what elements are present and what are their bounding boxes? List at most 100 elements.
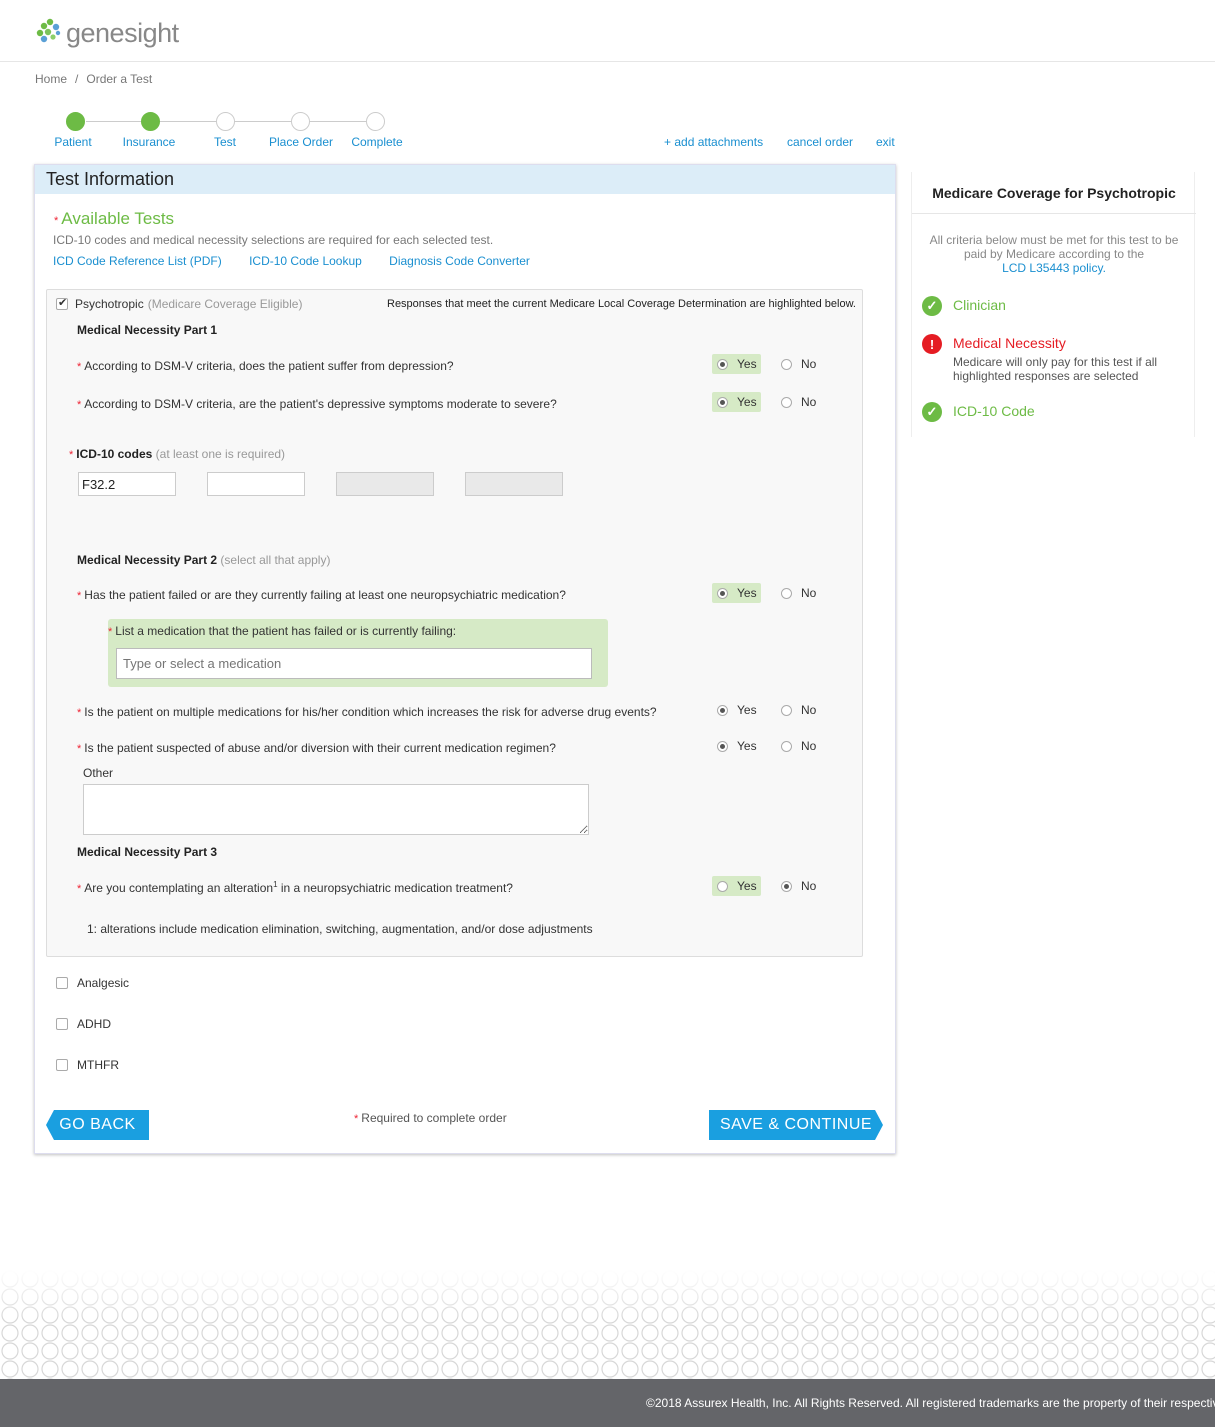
icd-reference-pdf-link[interactable]: ICD Code Reference List (PDF) <box>53 254 222 268</box>
lcd-highlight-note: Responses that meet the current Medicare… <box>387 298 856 310</box>
radio-button[interactable] <box>717 587 728 599</box>
depression-yes-option[interactable]: Yes <box>712 354 761 374</box>
radio-button[interactable] <box>781 740 792 752</box>
icd10-lookup-link[interactable]: ICD-10 Code Lookup <box>249 254 362 268</box>
breadcrumb-home[interactable]: Home <box>35 72 67 86</box>
part2-title: Medical Necessity Part 2 (select all tha… <box>77 553 331 567</box>
icd10-code-input-4 <box>465 472 563 496</box>
radio-button[interactable] <box>781 358 792 370</box>
severity-no-option[interactable]: No <box>781 395 816 409</box>
breadcrumb-current: Order a Test <box>86 72 153 86</box>
medicare-coverage-panel: Medicare Coverage for Psychotropic All c… <box>911 172 1196 437</box>
severity-yes-option[interactable]: Yes <box>712 392 761 412</box>
required-asterisk: * <box>54 215 59 227</box>
copyright-text: ©2018 Assurex Health, Inc. All Rights Re… <box>646 1396 1215 1410</box>
radio-button[interactable] <box>781 704 792 716</box>
medicare-coverage-description: All criteria below must be met for this … <box>929 233 1179 275</box>
medication-input[interactable] <box>116 648 592 679</box>
progress-stepper: Patient Insurance Test Place Order Compl… <box>40 110 420 154</box>
breadcrumb: Home / Order a Test <box>35 72 152 86</box>
depression-yes-no: Yes No <box>712 354 816 374</box>
icd10-code-input-3 <box>336 472 434 496</box>
radio-button[interactable] <box>717 740 728 752</box>
radio-button[interactable] <box>717 396 728 408</box>
add-attachments-link[interactable]: + add attachments <box>664 135 763 149</box>
icd10-label: * ICD-10 codes (at least one is required) <box>69 447 286 461</box>
genesight-logo[interactable]: genesight <box>36 12 179 52</box>
criterion-icd10: ✓ ICD-10 Code <box>922 402 1035 422</box>
analgesic-checkbox-row[interactable]: Analgesic <box>56 976 129 990</box>
failed-medication-box: * List a medication that the patient has … <box>108 619 608 687</box>
failed-medication-label: * List a medication that the patient has … <box>108 624 457 638</box>
radio-button[interactable] <box>781 587 792 599</box>
mthfr-checkbox-row[interactable]: MTHFR <box>56 1058 119 1072</box>
step-label-test[interactable]: Test <box>214 135 236 149</box>
alteration-yes-option[interactable]: Yes <box>712 876 761 896</box>
mthfr-checkbox[interactable] <box>56 1059 68 1071</box>
check-icon: ✓ <box>922 296 942 316</box>
question-severity: * According to DSM-V criteria, are the pa… <box>77 397 557 411</box>
lcd-policy-link[interactable]: LCD L35443 policy. <box>1002 261 1106 275</box>
other-textarea[interactable] <box>83 784 589 835</box>
alteration-footnote: 1: alterations include medication elimin… <box>87 922 593 936</box>
analgesic-label: Analgesic <box>77 976 130 990</box>
failed-medication-no-option[interactable]: No <box>781 586 816 600</box>
alteration-no-option[interactable]: No <box>781 879 816 893</box>
footer: ©2018 Assurex Health, Inc. All Rights Re… <box>0 1379 1215 1427</box>
step-label-place-order: Place Order <box>268 135 334 149</box>
medical-necessity-note: Medicare will only pay for this test if … <box>953 355 1158 383</box>
psychotropic-label: Psychotropic <box>75 297 144 311</box>
test-information-panel: Test Information * Available Tests ICD-10… <box>34 164 896 1154</box>
step-dot-place-order <box>291 112 310 131</box>
available-tests-title: * Available Tests <box>54 209 175 228</box>
failed-medication-yes-no: Yes No <box>712 583 816 603</box>
depression-no-option[interactable]: No <box>781 357 816 371</box>
question-abuse-diversion: * Is the patient suspected of abuse and/o… <box>77 741 556 755</box>
diagnosis-converter-link[interactable]: Diagnosis Code Converter <box>389 254 530 268</box>
criterion-medical-necessity: ! Medical Necessity Medicare will only p… <box>922 334 1163 383</box>
radio-button[interactable] <box>717 880 728 892</box>
medicare-coverage-title: Medicare Coverage for Psychotropic <box>912 172 1196 214</box>
multiple-medications-yes-option[interactable]: Yes <box>712 700 761 720</box>
step-label-patient[interactable]: Patient <box>54 135 91 149</box>
radio-button[interactable] <box>781 396 792 408</box>
step-dot-test[interactable] <box>216 112 235 131</box>
step-dot-insurance[interactable] <box>141 112 160 131</box>
radio-button[interactable] <box>717 358 728 370</box>
reference-links: ICD Code Reference List (PDF) ICD-10 Cod… <box>53 254 554 268</box>
medical-necessity-label: Medical Necessity <box>953 335 1066 351</box>
failed-medication-yes-option[interactable]: Yes <box>712 583 761 603</box>
icd10-code-input-1[interactable] <box>78 472 176 496</box>
step-dot-complete <box>366 112 385 131</box>
cancel-order-link[interactable]: cancel order <box>787 135 853 149</box>
part1-title: Medical Necessity Part 1 <box>77 323 218 337</box>
save-continue-button[interactable]: SAVE & CONTINUE <box>709 1110 883 1140</box>
multiple-medications-yes-no: Yes No <box>712 700 816 720</box>
circle-pattern-graphic <box>0 1270 1215 1379</box>
step-dot-patient[interactable] <box>66 112 85 131</box>
step-label-complete: Complete <box>351 135 403 149</box>
question-depression: * According to DSM-V criteria, does the p… <box>77 359 454 373</box>
radio-button[interactable] <box>781 880 792 892</box>
go-back-button[interactable]: GO BACK <box>46 1110 149 1140</box>
analgesic-checkbox[interactable] <box>56 977 68 989</box>
question-alteration: * Are you contemplating an alteration1 in… <box>77 880 513 895</box>
radio-button[interactable] <box>717 704 728 716</box>
psychotropic-checkbox-row[interactable]: Psychotropic (Medicare Coverage Eligible… <box>56 296 302 311</box>
part3-title: Medical Necessity Part 3 <box>77 845 218 859</box>
severity-yes-no: Yes No <box>712 392 816 412</box>
step-label-insurance[interactable]: Insurance <box>123 135 176 149</box>
exit-link[interactable]: exit <box>876 135 895 149</box>
required-note: * Required to complete order <box>354 1111 507 1125</box>
abuse-diversion-yes-no: Yes No <box>712 736 816 756</box>
abuse-diversion-yes-option[interactable]: Yes <box>712 736 761 756</box>
question-multiple-medications: * Is the patient on multiple medications … <box>77 705 657 719</box>
logo-text: genesight <box>66 17 179 48</box>
adhd-checkbox-row[interactable]: ADHD <box>56 1017 111 1031</box>
abuse-diversion-no-option[interactable]: No <box>781 739 816 753</box>
psychotropic-checkbox[interactable] <box>56 296 68 310</box>
multiple-medications-no-option[interactable]: No <box>781 703 816 717</box>
adhd-checkbox[interactable] <box>56 1018 68 1030</box>
icd10-code-input-2[interactable] <box>207 472 305 496</box>
panel-title: Test Information <box>35 165 895 194</box>
